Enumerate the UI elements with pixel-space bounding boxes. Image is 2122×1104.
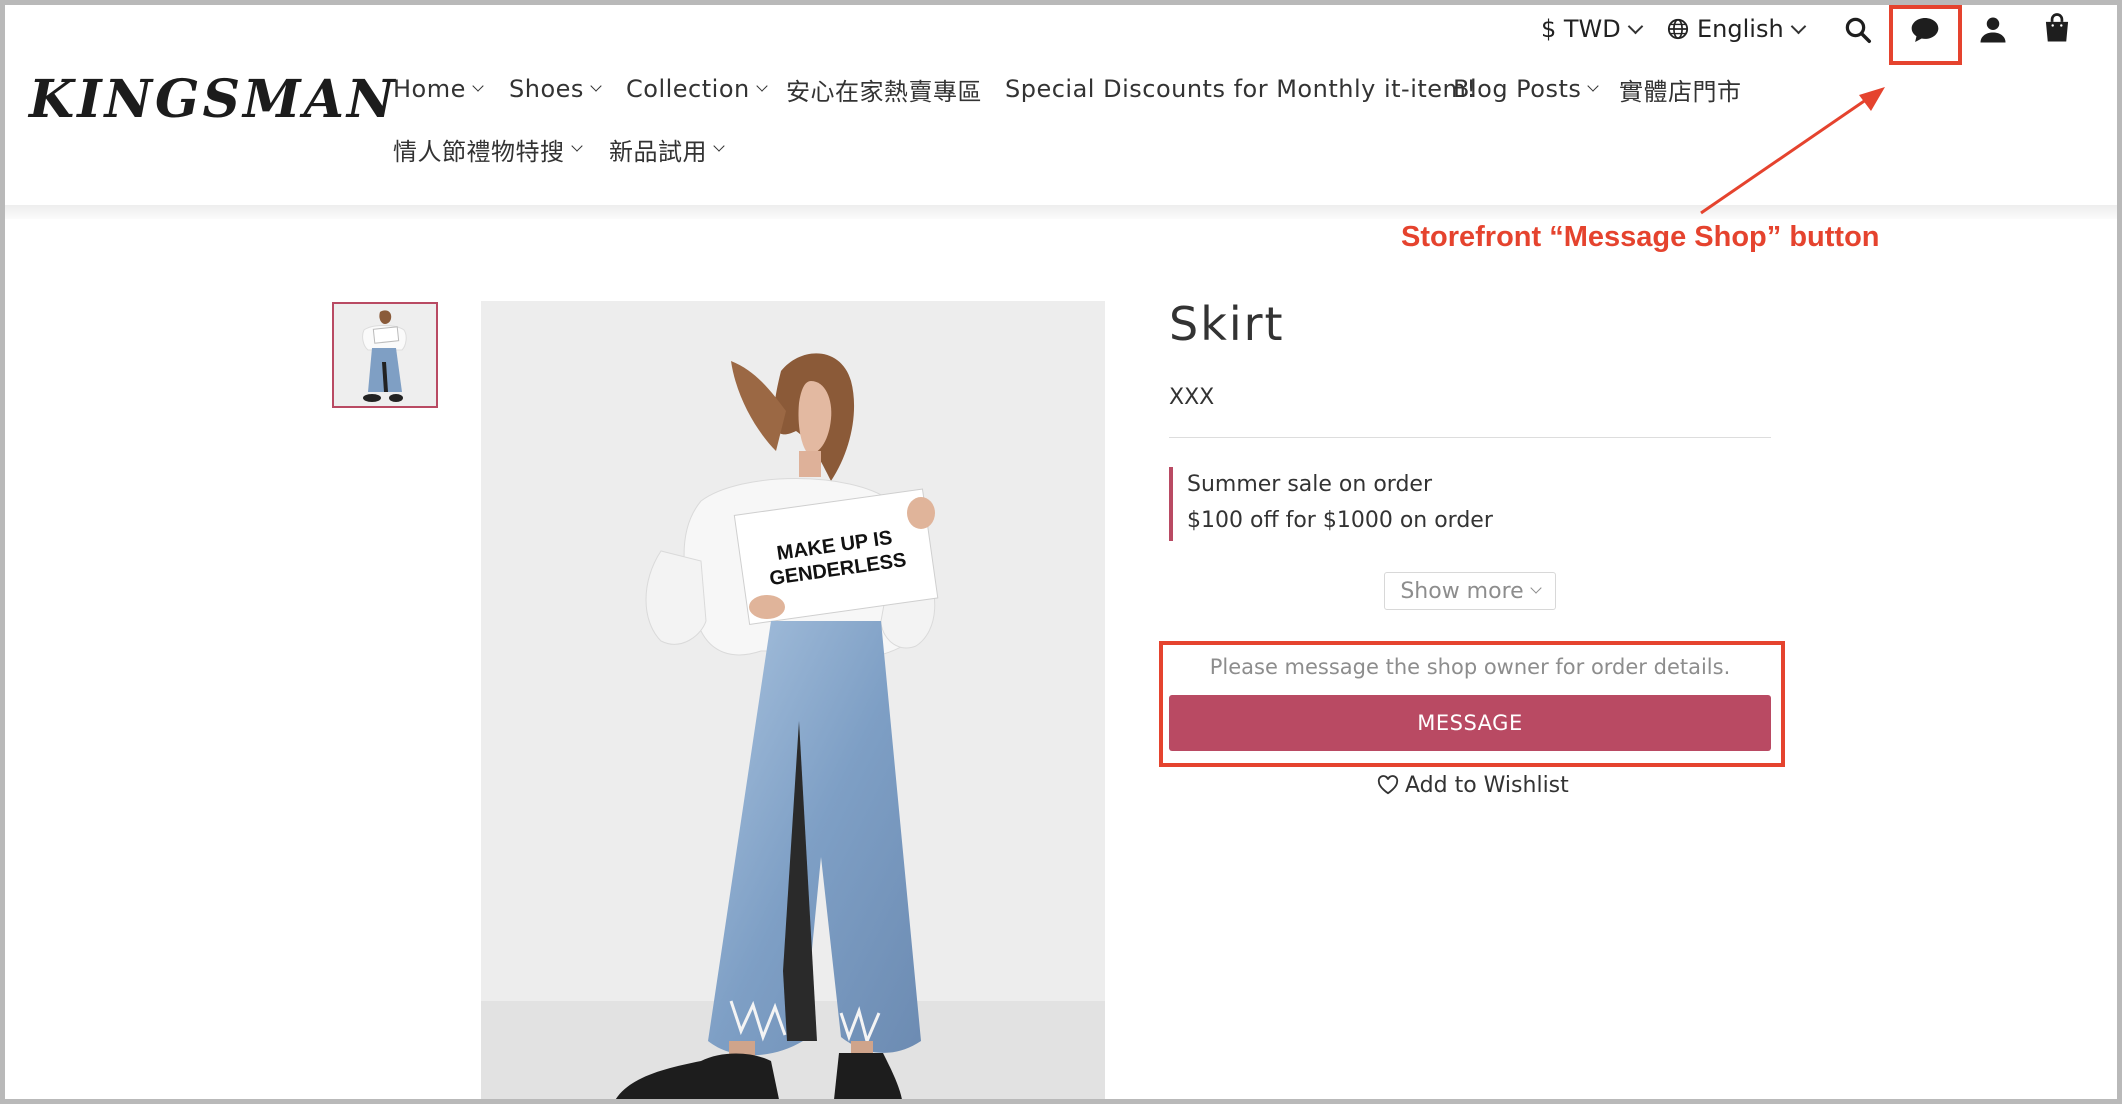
currency-label: $ TWD	[1541, 15, 1621, 43]
nav-item-label: Shoes	[509, 75, 584, 103]
nav-item-label: Home	[393, 75, 466, 103]
nav-item-monthly-discounts[interactable]: Special Discounts for Monthly it-item!	[1005, 69, 1477, 109]
nav-item-home-sale[interactable]: 安心在家熱賣專區	[786, 69, 982, 109]
nav-item-label: Blog Posts	[1453, 75, 1582, 103]
promotions-block: Summer sale on order $100 off for $1000 …	[1169, 467, 1493, 541]
nav-item-label: 情人節禮物特搜	[393, 137, 565, 166]
product-thumbnail[interactable]	[332, 302, 438, 408]
browser-frame: KINGSMAN $ TWD English Home Shoes Collec…	[0, 0, 2122, 1104]
site-logo[interactable]: KINGSMAN	[29, 69, 397, 130]
language-label: English	[1697, 15, 1784, 43]
account-icon[interactable]	[1973, 11, 2013, 49]
chevron-down-icon	[570, 140, 583, 152]
cart-icon[interactable]	[2037, 9, 2077, 47]
nav-item-label: Special Discounts for Monthly it-item!	[1005, 75, 1477, 103]
nav-item-label: 新品試用	[609, 137, 707, 166]
nav-item-valentines-gifts[interactable]: 情人節禮物特搜	[393, 129, 583, 169]
message-note: Please message the shop owner for order …	[1209, 655, 1731, 679]
nav-item-blog-posts[interactable]: Blog Posts	[1453, 69, 1600, 109]
annotation-label: Storefront “Message Shop” button	[1401, 221, 1880, 253]
nav-item-collection[interactable]: Collection	[626, 69, 768, 109]
chevron-down-icon	[1587, 80, 1600, 92]
annotation-arrow	[1700, 87, 1885, 215]
show-more-button[interactable]: Show more	[1384, 572, 1556, 610]
chevron-down-icon	[713, 140, 725, 152]
chevron-down-icon	[1530, 582, 1542, 594]
product-sku: XXX	[1169, 385, 1215, 410]
promotion-line: Summer sale on order	[1187, 472, 1432, 497]
chevron-down-icon	[1627, 18, 1644, 34]
wishlist-label: Add to Wishlist	[1405, 772, 1569, 798]
chevron-down-icon	[472, 80, 484, 92]
product-title: Skirt	[1169, 297, 1285, 351]
chevron-down-icon	[756, 80, 768, 92]
add-to-wishlist-link[interactable]: Add to Wishlist	[1377, 769, 1569, 801]
product-main-image[interactable]: MAKE UP IS GENDERLESS	[481, 301, 1105, 1099]
heart-icon	[1377, 775, 1399, 795]
search-icon[interactable]	[1841, 13, 1875, 47]
divider	[1169, 437, 1771, 438]
globe-icon	[1667, 18, 1689, 40]
currency-selector[interactable]: $ TWD	[1541, 11, 1644, 47]
nav-item-new-trial[interactable]: 新品試用	[609, 129, 725, 169]
language-selector[interactable]: English	[1667, 11, 1806, 47]
show-more-label: Show more	[1400, 578, 1524, 604]
chevron-down-icon	[1790, 18, 1806, 34]
nav-item-home[interactable]: Home	[393, 69, 484, 109]
message-button[interactable]: MESSAGE	[1169, 695, 1771, 751]
nav-item-shoes[interactable]: Shoes	[509, 69, 602, 109]
nav-item-label: 安心在家熱賣專區	[786, 77, 982, 106]
highlight-box-message-icon	[1889, 5, 1962, 65]
nav-item-label: Collection	[626, 75, 750, 103]
promotion-line: $100 off for $1000 on order	[1187, 508, 1493, 533]
chevron-down-icon	[590, 80, 602, 92]
